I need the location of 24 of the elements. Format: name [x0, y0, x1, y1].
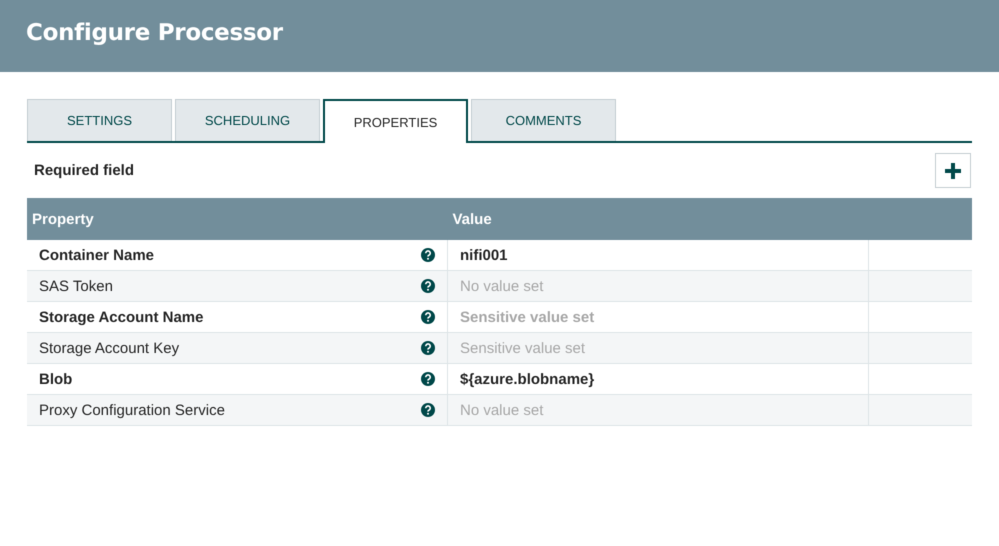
property-value[interactable]: ${azure.blobname} — [460, 370, 594, 388]
tab[interactable]: SCHEDULING — [175, 99, 320, 141]
property-name: Storage Account Key — [39, 340, 180, 356]
help-icon[interactable] — [421, 310, 435, 324]
help-icon[interactable] — [421, 279, 435, 293]
help-icon[interactable] — [421, 341, 435, 355]
plus-icon — [944, 162, 962, 180]
required-field-label: Required field — [34, 162, 134, 179]
window-title: Configure Processor — [26, 20, 283, 46]
add-property-button[interactable] — [935, 153, 971, 188]
property-name: Storage Account Name — [39, 308, 204, 326]
help-icon[interactable] — [421, 372, 435, 386]
help-icon[interactable] — [421, 403, 435, 417]
property-name: SAS Token — [39, 278, 113, 294]
column-header: Value — [448, 198, 868, 240]
property-value[interactable]: nifi001 — [460, 246, 508, 264]
property-name: Proxy Configuration Service — [39, 402, 225, 418]
tab[interactable]: PROPERTIES — [323, 99, 468, 143]
tab[interactable]: COMMENTS — [471, 99, 616, 141]
property-name: Blob — [39, 370, 72, 388]
column-header: Property — [27, 198, 448, 240]
tab[interactable]: SETTINGS — [27, 99, 172, 141]
help-icon[interactable] — [421, 248, 435, 262]
property-name: Container Name — [39, 246, 154, 264]
